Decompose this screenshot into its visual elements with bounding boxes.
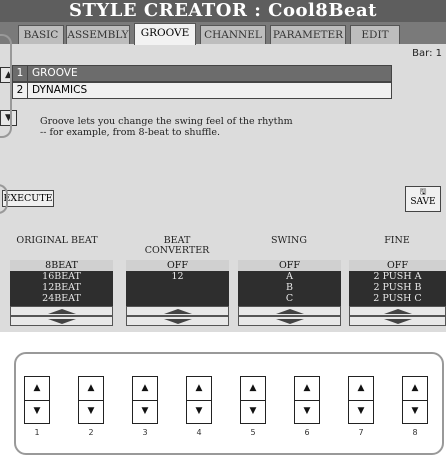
tab-assembly[interactable]: ASSEMBLY	[66, 25, 130, 44]
column-header-beat-converter: BEAT CONVERTER	[122, 236, 232, 256]
execute-button[interactable]: EXECUTE	[2, 190, 54, 207]
up-arrow-icon[interactable]: ▲	[241, 377, 265, 401]
panel-button-row: ▲ ▼ 1 ▲ ▼ 2 ▲ ▼ 3 ▲ ▼ 4 ▲ ▼ 5 ▲ ▼ 6 ▲ ▼ 7 ▲ ▼ 8	[14, 352, 444, 455]
column-header-original-beat: ORIGINAL BEAT	[2, 236, 112, 246]
panel-button-number: 2	[88, 428, 94, 437]
bar-label: Bar:	[412, 48, 433, 59]
column-header-line-2: SWING	[271, 235, 307, 246]
down-arrow-icon	[383, 319, 412, 324]
down-arrow-icon[interactable]: ▼	[187, 400, 211, 423]
swing-down-button[interactable]	[238, 316, 341, 326]
list-item[interactable]: 2 PUSH C	[349, 293, 446, 304]
down-arrow-icon[interactable]: ▼	[79, 400, 103, 423]
down-arrow-icon	[47, 319, 76, 324]
panel-button-3[interactable]: ▲ ▼	[132, 376, 158, 424]
panel-button-2[interactable]: ▲ ▼	[78, 376, 104, 424]
side-bracket-top	[0, 34, 12, 138]
panel-button-number: 1	[34, 428, 40, 437]
list-item[interactable]: OFF	[349, 260, 446, 271]
beat-converter-down-button[interactable]	[126, 316, 229, 326]
list-item-label: DYNAMICS	[32, 84, 88, 96]
list-item[interactable]: A	[238, 271, 341, 282]
down-arrow-icon[interactable]: ▼	[403, 400, 427, 423]
list-item[interactable]: 2 PUSH B	[349, 282, 446, 293]
up-arrow-icon[interactable]: ▲	[295, 377, 319, 401]
down-arrow-icon[interactable]: ▼	[241, 400, 265, 423]
bar-indicator: Bar: 1	[412, 48, 442, 59]
list-item-number: 2	[13, 83, 28, 98]
list-item-groove[interactable]: 1 GROOVE	[12, 65, 392, 82]
down-arrow-icon	[163, 319, 192, 324]
down-arrow-icon	[275, 319, 304, 324]
down-arrow-icon[interactable]: ▼	[349, 400, 373, 423]
swing-up-button[interactable]	[238, 306, 341, 316]
tab-edit[interactable]: EDIT	[350, 25, 400, 44]
up-arrow-icon[interactable]: ▲	[79, 377, 103, 401]
list-item[interactable]: OFF	[126, 260, 229, 271]
column-header-swing: SWING	[236, 236, 342, 246]
down-arrow-icon[interactable]: ▼	[295, 400, 319, 423]
up-arrow-icon[interactable]: ▲	[349, 377, 373, 401]
fine-down-button[interactable]	[349, 316, 446, 326]
panel-button-number: 3	[142, 428, 148, 437]
list-item[interactable]: 16BEAT	[10, 271, 113, 282]
bar-value: 1	[435, 48, 442, 59]
description: Groove lets you change the swing feel of…	[40, 116, 360, 138]
description-line-1: Groove lets you change the swing feel of…	[40, 116, 293, 127]
up-arrow-icon	[47, 309, 76, 314]
up-arrow-icon[interactable]: ▲	[403, 377, 427, 401]
panel-button-number: 8	[412, 428, 418, 437]
panel-button-number: 5	[250, 428, 256, 437]
column-header-line-2: FINE	[384, 235, 410, 246]
beat-converter-up-button[interactable]	[126, 306, 229, 316]
list-item[interactable]: 24BEAT	[10, 293, 113, 304]
description-line-2: -- for example, from 8-beat to shuffle.	[40, 127, 221, 138]
down-arrow-icon[interactable]: ▼	[25, 400, 49, 423]
list-item-number: 1	[13, 66, 28, 81]
panel-button-number: 6	[304, 428, 310, 437]
list-item-label: GROOVE	[32, 67, 78, 79]
original-beat-down-button[interactable]	[10, 316, 113, 326]
panel-button-7[interactable]: ▲ ▼	[348, 376, 374, 424]
panel-button-6[interactable]: ▲ ▼	[294, 376, 320, 424]
save-icon: 🖫	[419, 187, 427, 196]
up-arrow-icon[interactable]: ▲	[187, 377, 211, 401]
column-header-fine: FINE	[348, 236, 446, 246]
panel-button-number: 7	[358, 428, 364, 437]
column-header-line-2: CONVERTER	[144, 245, 210, 256]
tab-parameter[interactable]: PARAMETER	[270, 25, 346, 44]
original-beat-up-button[interactable]	[10, 306, 113, 316]
down-arrow-icon[interactable]: ▼	[133, 400, 157, 423]
page-title: STYLE CREATOR : Cool8Beat	[0, 0, 446, 22]
fine-up-button[interactable]	[349, 306, 446, 316]
panel-button-number: 4	[196, 428, 202, 437]
save-label: SAVE	[410, 197, 436, 207]
up-arrow-icon[interactable]: ▲	[133, 377, 157, 401]
list-item[interactable]: B	[238, 282, 341, 293]
up-arrow-icon	[275, 309, 304, 314]
tab-groove[interactable]: GROOVE	[134, 23, 196, 45]
save-button[interactable]: 🖫 SAVE	[405, 186, 441, 212]
panel-button-1[interactable]: ▲ ▼	[24, 376, 50, 424]
up-arrow-icon	[163, 309, 192, 314]
panel-button-8[interactable]: ▲ ▼	[402, 376, 428, 424]
panel-button-4[interactable]: ▲ ▼	[186, 376, 212, 424]
tab-basic[interactable]: BASIC	[18, 25, 64, 44]
list-item-dynamics[interactable]: 2 DYNAMICS	[12, 82, 392, 99]
lcd-screen: STYLE CREATOR : Cool8Beat BASIC ASSEMBLY…	[0, 0, 446, 332]
list-item[interactable]: 12BEAT	[10, 282, 113, 293]
list-item[interactable]: OFF	[238, 260, 341, 271]
list-item[interactable]: 12	[126, 271, 229, 282]
up-arrow-icon	[383, 309, 412, 314]
list-item[interactable]: C	[238, 293, 341, 304]
list-item[interactable]: 8BEAT	[10, 260, 113, 271]
list-item[interactable]: 2 PUSH A	[349, 271, 446, 282]
column-header-line-2: ORIGINAL BEAT	[16, 235, 98, 246]
up-arrow-icon[interactable]: ▲	[25, 377, 49, 401]
tab-channel[interactable]: CHANNEL	[200, 25, 266, 44]
panel-button-5[interactable]: ▲ ▼	[240, 376, 266, 424]
